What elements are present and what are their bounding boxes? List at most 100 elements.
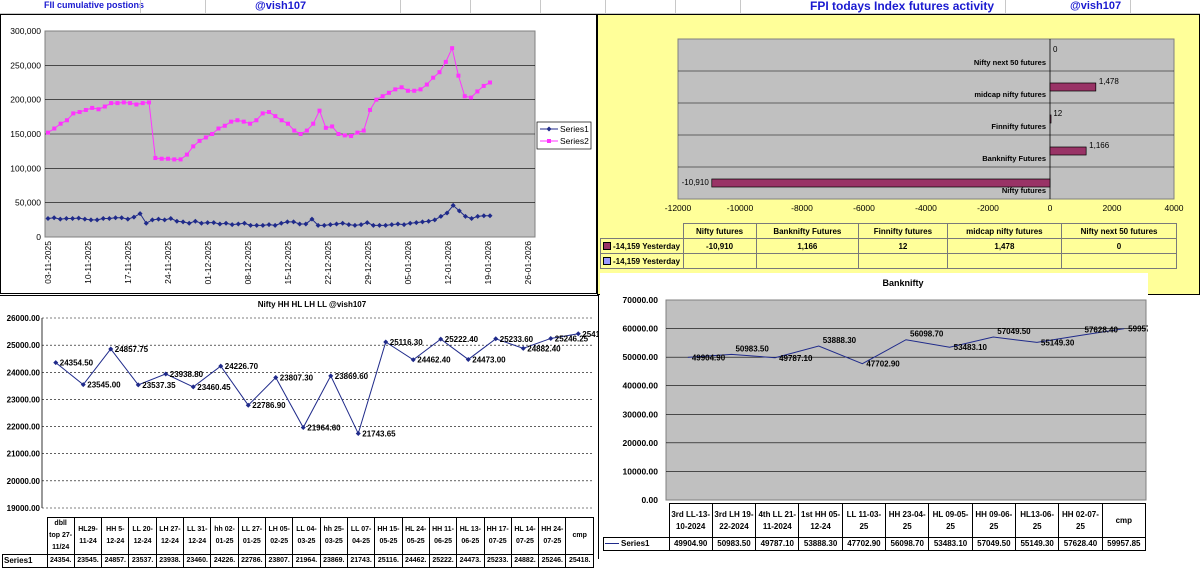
data-label: 56098.70	[910, 330, 944, 339]
bn-value-cell: 47702.90	[841, 537, 887, 551]
data-label: 23938.80	[170, 370, 204, 379]
category-label: midcap nifty futures	[974, 90, 1046, 99]
banknifty-table: 3rd LL-13-10-2024 3rd LH 19-22-2024 4th LL…	[603, 503, 1147, 551]
series-2-point	[267, 110, 271, 115]
x-tick-label: 05-01-2026	[403, 241, 413, 285]
series-2-point	[349, 134, 354, 139]
y-tick-label: 60000.00	[623, 324, 659, 334]
handle-left: @vish107	[255, 0, 307, 12]
nifty-category-cell: HH 24-07-25	[538, 517, 567, 555]
x-tick-label: -4000	[915, 203, 937, 213]
series-2-point	[64, 118, 69, 123]
nifty-value-cell: 24226.	[210, 554, 239, 568]
y-tick-label: 100,000	[10, 163, 41, 173]
series-2-point	[393, 87, 398, 92]
nifty-value-cell: 24882.	[510, 554, 540, 568]
y-tick-label: 26000.00	[7, 314, 41, 323]
nifty-value-cell: 25418.	[565, 554, 594, 568]
series-2-point	[380, 94, 385, 99]
series-2-point	[374, 97, 379, 102]
series-2-point	[418, 87, 423, 92]
data-label: 23545.00	[87, 381, 121, 390]
data-label: 50983.50	[735, 344, 769, 353]
series-2-point	[165, 156, 170, 161]
series-2-point	[52, 126, 57, 131]
bn-value-cell: 53888.30	[798, 537, 843, 551]
x-tick-label: 12-01-2026	[443, 241, 453, 285]
legend-line	[605, 543, 619, 545]
data-label: 23460.45	[197, 383, 231, 392]
x-tick-label: 22-12-2025	[323, 241, 333, 285]
nifty-chart-panel[interactable]: Nifty HH HL LH LL @vish107 19000.00 20000.…	[0, 295, 599, 568]
series-2-point	[235, 118, 240, 123]
series-2-point	[71, 111, 76, 116]
series-2-point	[273, 114, 278, 119]
bn-category-cell: HH 23-04-25	[885, 503, 930, 538]
fii-legend: Series1 Series2	[536, 121, 592, 150]
bn-value-cell: 50983.50	[711, 537, 757, 551]
series-2-point	[361, 128, 366, 133]
series-2-point	[197, 138, 202, 143]
series-2-point	[203, 135, 208, 140]
fpi-series-label: -14,159 Yesterday	[613, 256, 681, 266]
nifty-category-cell: HL29-11-24	[73, 517, 103, 555]
fpi-panel[interactable]: -12000 -10000 -8000 -6000 -4000 -2000 0 2000 400…	[597, 14, 1200, 295]
bn-category-cell: HL13-06-25	[1014, 503, 1060, 538]
plot-area	[677, 38, 1175, 200]
data-point	[520, 345, 526, 351]
bn-series-label: Series1	[621, 539, 650, 548]
data-label: 59957.85	[1128, 325, 1148, 334]
series-2-point	[229, 119, 234, 124]
series-2-point	[191, 144, 196, 149]
nifty-value-cell: 23807.	[264, 554, 294, 568]
y-tick-label: 23000.00	[7, 395, 41, 404]
y-tick-label: 150,000	[10, 129, 41, 139]
data-label: 1,166	[1089, 141, 1110, 150]
legend-swatch	[603, 242, 611, 251]
fpi-chart: -12000 -10000 -8000 -6000 -4000 -2000 0 2000 400…	[665, 38, 1184, 213]
x-tick-label: -2000	[977, 203, 999, 213]
series-2-point	[469, 95, 474, 100]
series-2-point	[330, 124, 335, 129]
fii-chart-panel[interactable]: 0 50,000 100,000 150,000 200,000 250,000 300,0…	[0, 14, 597, 294]
data-label: 25222.40	[445, 335, 479, 344]
nifty-value-cell: 21743.	[346, 554, 376, 568]
nifty-value-cell: 24473.	[456, 554, 485, 568]
series-2-point	[153, 156, 158, 161]
fpi-value-cell: 0	[1061, 238, 1177, 254]
y-tick-label: 22000.00	[7, 423, 41, 432]
series-2-point	[248, 121, 253, 126]
y-tick-label: 200,000	[10, 95, 41, 105]
series-2-point	[90, 105, 95, 110]
category-label: Finnifty futures	[991, 122, 1046, 131]
bn-value-cell: 55149.30	[1014, 537, 1060, 551]
x-tick-label: 2000	[1103, 203, 1122, 213]
series-2-point	[342, 133, 347, 138]
series-2-point	[336, 132, 341, 136]
x-tick-label: 4000	[1165, 203, 1184, 213]
nifty-value-cell: 21964.	[292, 554, 321, 568]
y-tick-label: 30000.00	[623, 409, 659, 419]
x-tick-label: -10000	[727, 203, 754, 213]
y-tick-label: 50,000	[15, 198, 41, 208]
data-label: 24857.75	[115, 345, 149, 354]
nifty-category-cell: LH 05-02-25	[264, 517, 294, 555]
data-label: 47702.90	[866, 360, 900, 369]
data-label: 53888.30	[823, 336, 857, 345]
data-point	[548, 335, 554, 341]
series-2-point	[424, 82, 429, 87]
nifty-category-cell: LL 31-12-24	[183, 517, 212, 555]
y-tick-label: 40000.00	[623, 381, 659, 391]
banknifty-chart-panel[interactable]: Banknifty 0.00 10000.00 20000.00 30000.00 400…	[600, 273, 1148, 559]
data-point	[383, 339, 389, 345]
data-point	[355, 431, 361, 437]
nifty-value-cell: 23545.	[73, 554, 103, 568]
bn-category-cell: HH 02-07-25	[1058, 503, 1103, 538]
series-2-point	[298, 132, 303, 136]
nifty-value-cell: 23869.	[319, 554, 348, 568]
data-label: 24354.50	[60, 359, 94, 368]
series-2-point	[140, 101, 145, 106]
series-2-point	[399, 85, 404, 90]
series-2-point	[184, 152, 189, 157]
nifty-chart: Nifty HH HL LH LL @vish107 19000.00 20000.…	[7, 300, 598, 511]
